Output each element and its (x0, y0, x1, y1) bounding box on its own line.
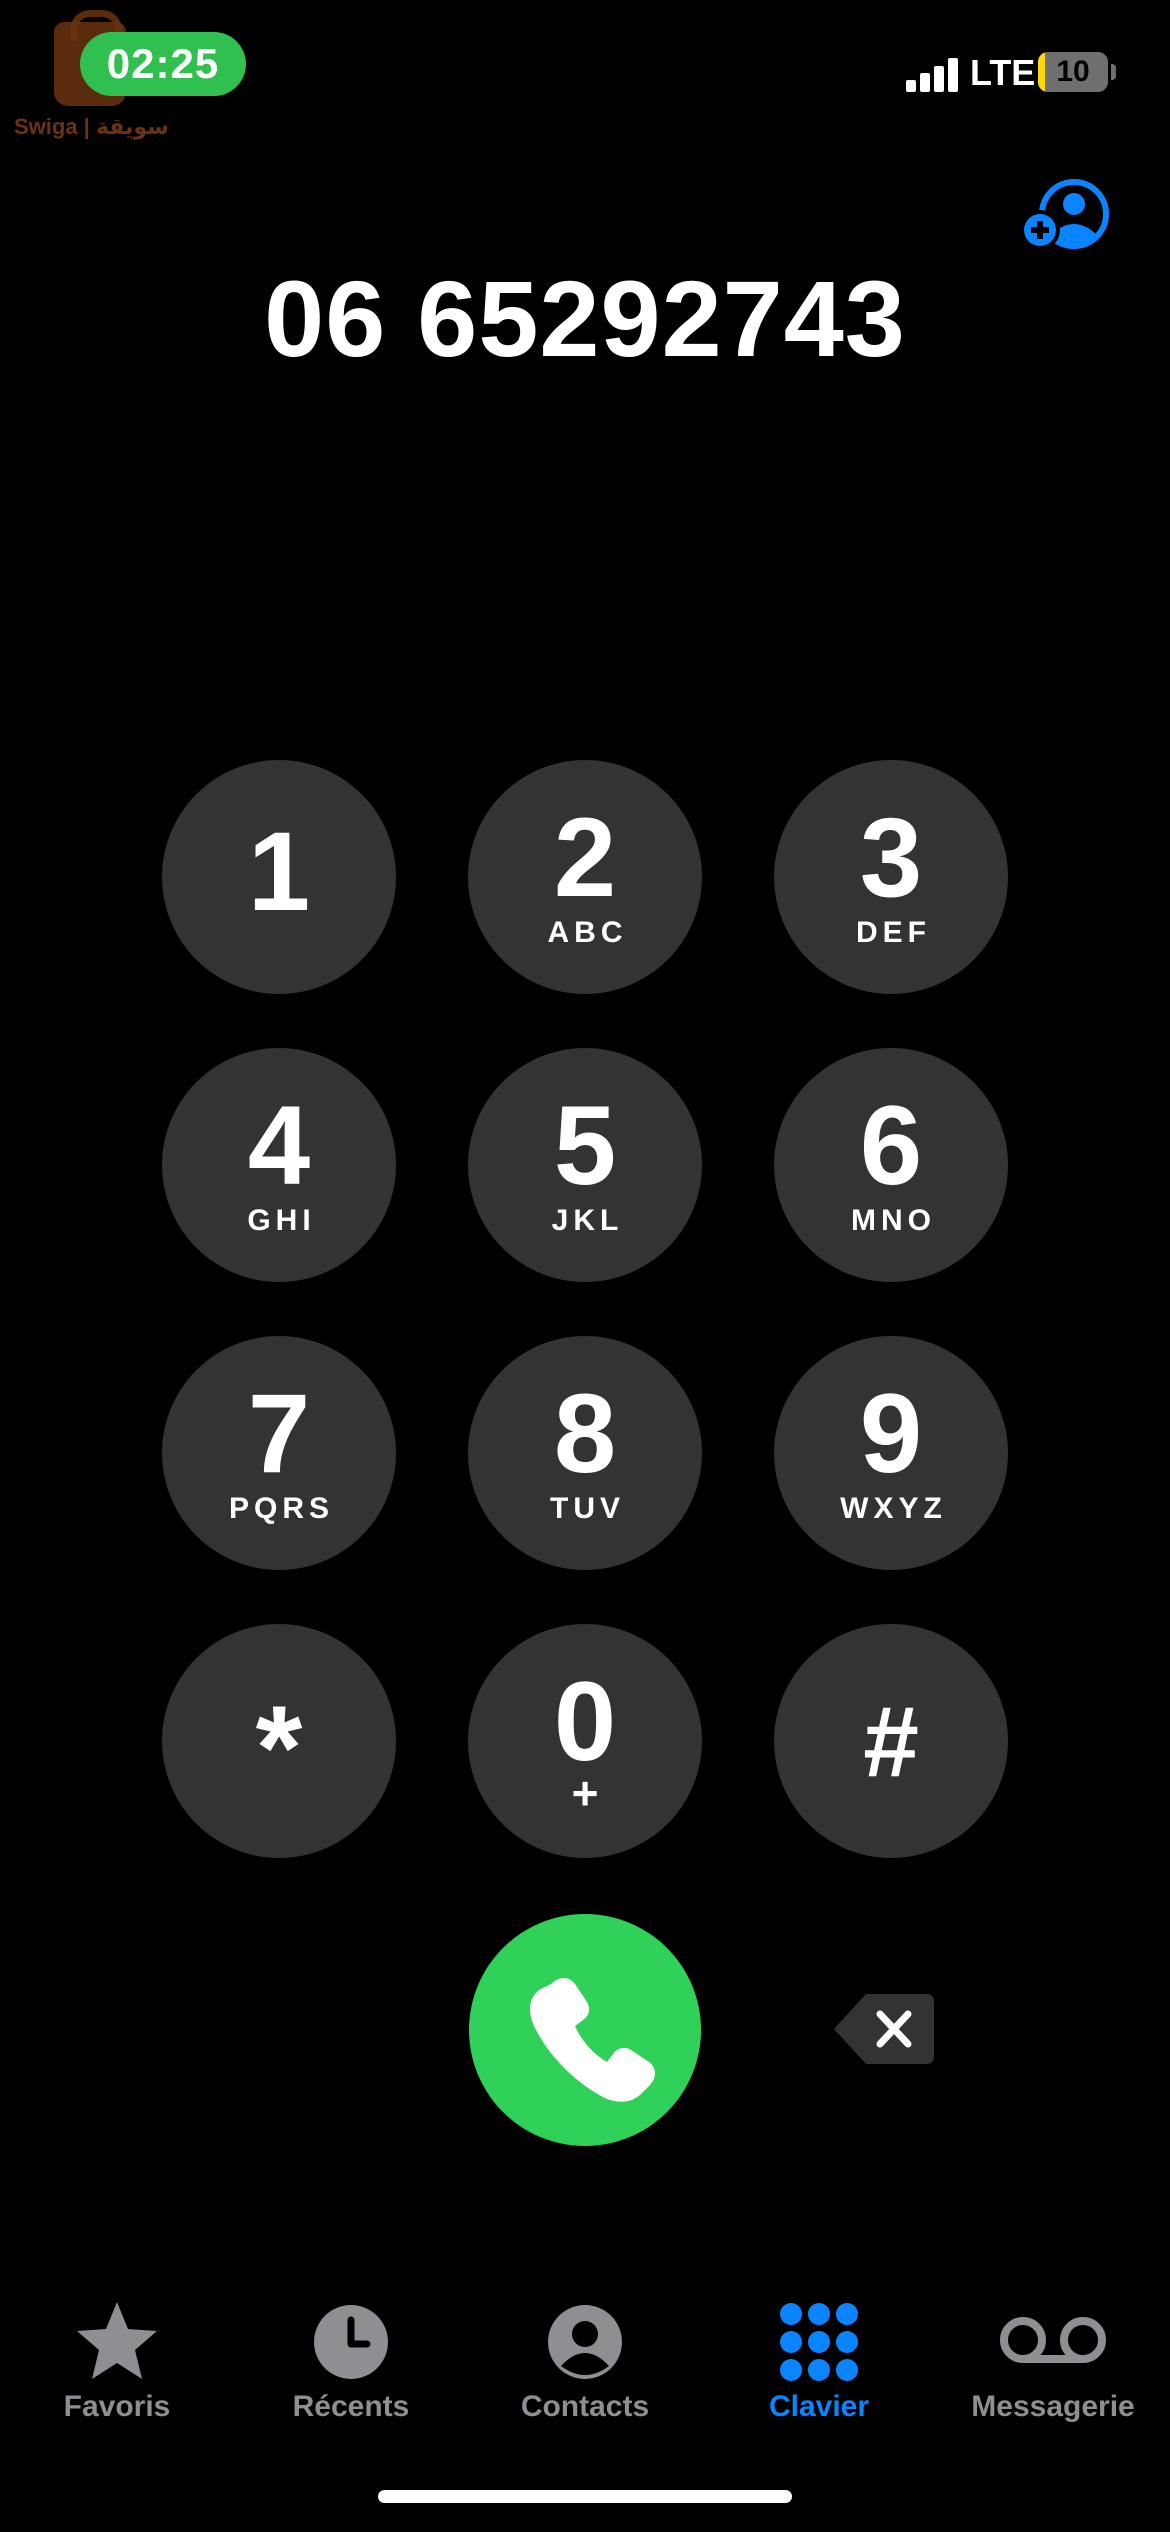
key-digit: 5 (553, 1083, 617, 1208)
call-button[interactable] (469, 1914, 701, 2146)
tab-label: Messagerie (971, 2390, 1135, 2423)
key-letters: PQRS (228, 1492, 335, 1525)
backspace-icon (834, 1994, 934, 2064)
keypad-icon (779, 2302, 859, 2387)
key-letters: WXYZ (840, 1492, 947, 1525)
key-digit: 3 (859, 795, 923, 920)
watermark-text: Swiga | سويقة (14, 114, 169, 139)
key-letters: + (571, 1767, 599, 1819)
star-icon (74, 2298, 160, 2389)
person-add-icon (1020, 179, 1109, 250)
battery-icon: 10 (1038, 52, 1108, 92)
key-5[interactable]: 5 JKL (468, 1048, 702, 1282)
key-letters: TUV (550, 1492, 625, 1525)
tab-clavier[interactable]: Clavier (702, 2294, 936, 2434)
add-contact-button[interactable] (1020, 176, 1112, 258)
delete-button[interactable] (832, 1992, 936, 2066)
key-7[interactable]: 7 PQRS (162, 1336, 396, 1570)
key-letters: MNO (851, 1204, 936, 1237)
key-4[interactable]: 4 GHI (162, 1048, 396, 1282)
network-type: LTE (970, 52, 1036, 93)
person-circle-icon (547, 2304, 623, 2385)
key-digit: * (255, 1681, 303, 1815)
tab-label: Contacts (520, 2390, 650, 2423)
tab-label: Récents (292, 2390, 410, 2423)
key-0[interactable]: 0 + (468, 1624, 702, 1858)
key-letters: DEF (856, 916, 931, 949)
key-1[interactable]: 1 (162, 760, 396, 994)
key-9[interactable]: 9 WXYZ (774, 1336, 1008, 1570)
key-8[interactable]: 8 TUV (468, 1336, 702, 1570)
key-digit: 7 (247, 1371, 311, 1496)
clock-icon (313, 2304, 389, 2385)
key-star[interactable]: * (162, 1624, 396, 1858)
key-2[interactable]: 2 ABC (468, 760, 702, 994)
key-letters: JKL (551, 1204, 624, 1237)
battery-level: 10 (1056, 55, 1090, 88)
phone-icon (530, 1978, 655, 2102)
key-digit: 8 (553, 1371, 617, 1496)
key-3[interactable]: 3 DEF (774, 760, 1008, 994)
key-letters: GHI (247, 1204, 316, 1237)
key-digit: # (863, 1686, 919, 1798)
key-digit: 2 (553, 795, 617, 920)
voicemail-icon (999, 2316, 1107, 2371)
cellular-signal-icon (906, 58, 958, 92)
key-digit: 4 (247, 1083, 311, 1208)
tab-label: Clavier (768, 2390, 870, 2423)
key-digit: 1 (247, 809, 311, 934)
tab-recents[interactable]: Récents (234, 2294, 468, 2434)
status-time-label: 02:25 (106, 40, 220, 87)
tab-contacts[interactable]: Contacts (468, 2294, 702, 2434)
battery-cap (1111, 64, 1116, 80)
tab-favoris[interactable]: Favoris (0, 2294, 234, 2434)
key-6[interactable]: 6 MNO (774, 1048, 1008, 1282)
key-hash[interactable]: # (774, 1624, 1008, 1858)
dialed-number[interactable]: 06 65292743 (0, 256, 1170, 381)
key-digit: 6 (859, 1083, 923, 1208)
key-digit: 0 (553, 1659, 617, 1784)
key-digit: 9 (859, 1371, 923, 1496)
key-letters: ABC (547, 916, 628, 949)
status-time[interactable]: 02:25 (80, 32, 246, 96)
tab-messagerie[interactable]: Messagerie (936, 2294, 1170, 2434)
home-indicator[interactable] (378, 2490, 792, 2503)
